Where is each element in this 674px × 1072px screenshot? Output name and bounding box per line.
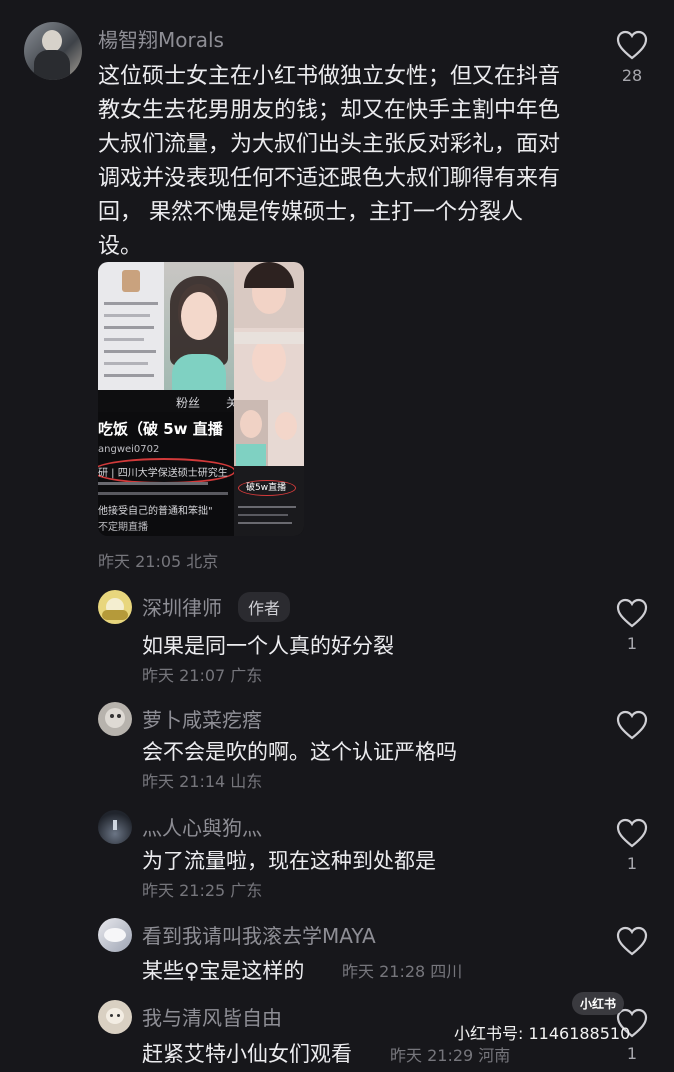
comment-text: 某些♀宝是这样的: [142, 959, 305, 983]
post-image[interactable]: 粉丝 关 吃饭（破 5w 直播 angwei0702 研 | 四川大学保送硕士研…: [98, 262, 304, 536]
heart-outline-icon: [616, 818, 648, 848]
heart-outline-icon: [616, 30, 648, 60]
comment-like-button[interactable]: 1: [612, 598, 652, 653]
comment-meta: 昨天 21:07 广东: [142, 666, 263, 685]
post-author-avatar[interactable]: [24, 22, 82, 80]
comment-meta: 昨天 21:28 四川: [342, 962, 463, 981]
comment-meta: 昨天 21:29 河南: [390, 1046, 511, 1065]
image-tile-small-1: [234, 400, 268, 466]
comment-text: 为了流量啦，现在这种到处都是: [142, 849, 436, 873]
comment-avatar[interactable]: [98, 702, 132, 736]
comment-text: 赶紧艾特小仙女们观看: [142, 1042, 352, 1066]
comment-like-button[interactable]: [612, 926, 652, 962]
image-line3-text: 不定期直播: [98, 522, 148, 533]
author-badge: 作者: [238, 592, 291, 622]
comment-like-button[interactable]: 1: [612, 818, 652, 873]
comment-author-name[interactable]: 看到我请叫我滚去学MAYA: [142, 920, 376, 949]
comment-author-name[interactable]: 萝卜咸菜疙瘩: [142, 704, 262, 733]
comment-meta: 昨天 21:25 广东: [142, 881, 263, 900]
comment-meta: 昨天 21:14 山东: [142, 772, 263, 791]
comment-like-count: 1: [626, 854, 638, 873]
image-tile-portrait: [164, 262, 234, 402]
image-line2-text: 他接受自己的普通和笨拙": [98, 506, 213, 517]
comment-like-button[interactable]: [612, 710, 652, 746]
comment-author-name[interactable]: 深圳律师: [142, 592, 222, 621]
heart-outline-icon: [616, 598, 648, 628]
heart-outline-icon: [616, 710, 648, 740]
post-like-button[interactable]: 28: [612, 30, 652, 85]
post-meta: 昨天 21:05 北京: [98, 552, 219, 571]
image-tile-small-2: [268, 400, 304, 466]
image-tile-face-1: [234, 262, 304, 328]
comment-author-name[interactable]: 我与清风皆自由: [142, 1002, 282, 1031]
watermark-id-text: 小红书号: 1146188510: [454, 1024, 631, 1043]
image-fans-label: 粉丝: [176, 396, 201, 410]
post-like-count: 28: [621, 66, 643, 85]
image-banner-text: 吃饭（破 5w 直播: [98, 420, 223, 438]
post-text: 这位硕士女主在小红书做独立女性；但又在抖音教女生去花男朋友的钱；却又在快手主割中…: [98, 64, 561, 259]
image-line1-text: 研 | 四川大学保送硕士研究生: [98, 468, 228, 479]
comment-avatar[interactable]: [98, 1000, 132, 1034]
comment-text: 如果是同一个人真的好分裂: [142, 634, 394, 658]
image-tile-chat: [98, 262, 164, 390]
image-small-banner-text: 破5w直播: [246, 483, 287, 493]
image-guan-label: 关: [226, 396, 234, 410]
xiaohongshu-logo: 小红书: [572, 992, 625, 1015]
comment-avatar[interactable]: [98, 918, 132, 952]
comment-text: 会不会是吹的啊。这个认证严格吗: [142, 740, 457, 764]
heart-outline-icon: [616, 926, 648, 956]
image-tile-small-3: 破5w直播: [234, 466, 304, 536]
comment-author-name[interactable]: 灬人心與狗灬: [142, 812, 262, 841]
image-tile-face-2: [234, 328, 304, 400]
post-author-name[interactable]: 楊智翔Morals: [98, 24, 224, 53]
image-tile-profile: 吃饭（破 5w 直播 angwei0702 研 | 四川大学保送硕士研究生 他接…: [98, 412, 234, 536]
comment-like-count: 1: [626, 1044, 638, 1063]
image-handle-text: angwei0702: [98, 444, 160, 455]
comment-avatar[interactable]: [98, 810, 132, 844]
image-caption-strip: 粉丝 关: [98, 390, 234, 412]
comment-avatar[interactable]: [98, 590, 132, 624]
comment-like-count: 1: [626, 634, 638, 653]
